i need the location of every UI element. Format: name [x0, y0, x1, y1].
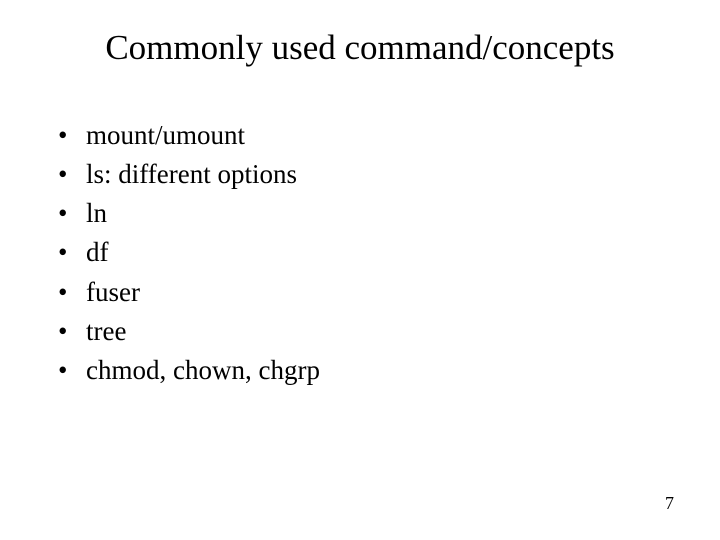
- slide-title: Commonly used command/concepts: [48, 28, 672, 68]
- list-item: • chmod, chown, chgrp: [58, 351, 672, 390]
- bullet-text: ls: different options: [86, 155, 297, 194]
- list-item: • ls: different options: [58, 155, 672, 194]
- bullet-list: • mount/umount • ls: different options •…: [48, 116, 672, 390]
- bullet-text: df: [86, 233, 109, 272]
- bullet-text: mount/umount: [86, 116, 245, 155]
- list-item: • mount/umount: [58, 116, 672, 155]
- bullet-dot-icon: •: [58, 155, 86, 194]
- bullet-text: fuser: [86, 273, 140, 312]
- list-item: • df: [58, 233, 672, 272]
- bullet-dot-icon: •: [58, 351, 86, 390]
- bullet-dot-icon: •: [58, 233, 86, 272]
- bullet-dot-icon: •: [58, 312, 86, 351]
- slide: Commonly used command/concepts • mount/u…: [0, 0, 720, 540]
- page-number: 7: [665, 493, 674, 514]
- bullet-dot-icon: •: [58, 273, 86, 312]
- bullet-text: chmod, chown, chgrp: [86, 351, 320, 390]
- list-item: • fuser: [58, 273, 672, 312]
- bullet-dot-icon: •: [58, 116, 86, 155]
- bullet-text: tree: [86, 312, 126, 351]
- list-item: • ln: [58, 194, 672, 233]
- bullet-text: ln: [86, 194, 107, 233]
- bullet-dot-icon: •: [58, 194, 86, 233]
- list-item: • tree: [58, 312, 672, 351]
